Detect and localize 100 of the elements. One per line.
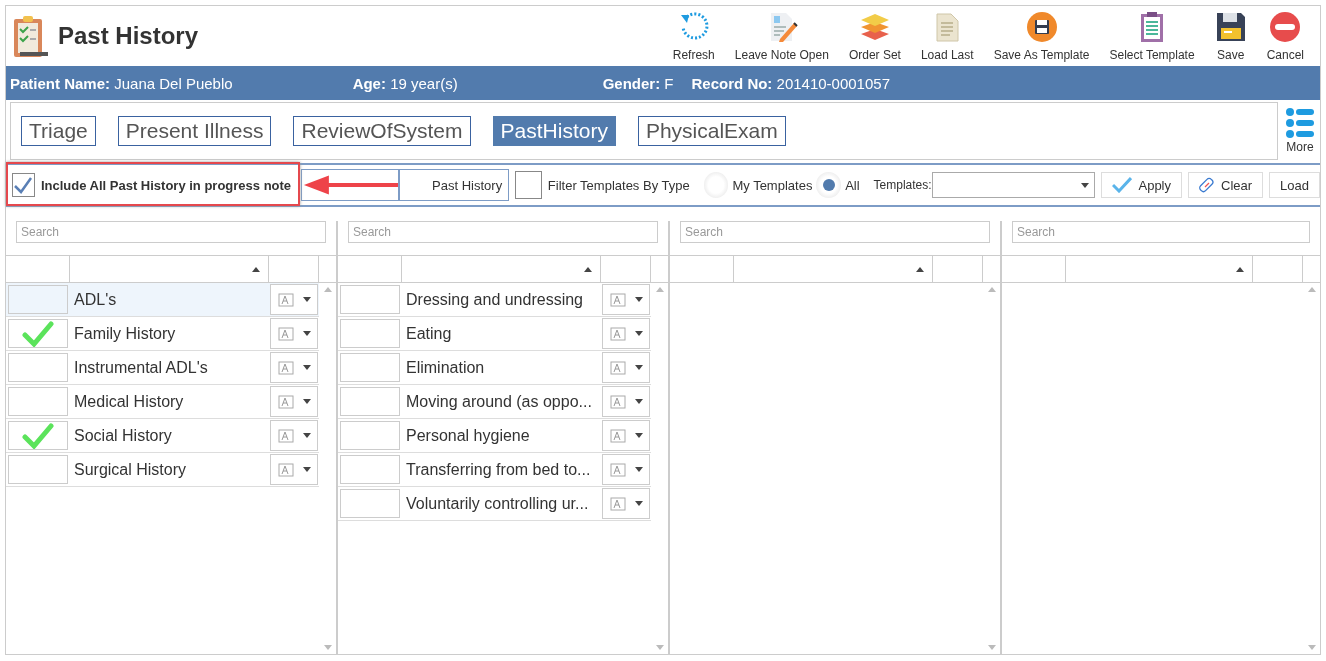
search-field[interactable]: Search <box>680 221 990 243</box>
scroll-down-icon[interactable] <box>323 645 332 650</box>
radio-label: All <box>845 177 860 193</box>
note-dropdown[interactable] <box>602 352 650 383</box>
checkbox[interactable] <box>8 353 68 382</box>
checkbox[interactable] <box>340 285 400 314</box>
toolbar-button[interactable]: Load Last <box>910 8 984 64</box>
checkbox[interactable] <box>340 489 400 518</box>
tab[interactable]: Present Illness <box>117 116 272 146</box>
font-icon <box>609 292 626 307</box>
scroll-down-icon[interactable] <box>1307 645 1316 650</box>
toolbar-button[interactable]: Save As Template <box>983 8 1100 64</box>
checkbox[interactable] <box>8 319 68 348</box>
checkbox[interactable] <box>515 171 542 199</box>
sort-icon[interactable] <box>584 266 592 272</box>
checkbox[interactable] <box>12 173 35 197</box>
font-icon <box>609 462 626 477</box>
note-dropdown[interactable] <box>602 454 650 485</box>
font-icon <box>277 326 294 341</box>
scroll-up-icon[interactable] <box>987 287 996 292</box>
row-label: Eating <box>405 323 453 344</box>
sort-icon[interactable] <box>252 266 260 272</box>
checkbox[interactable] <box>8 285 68 314</box>
checkbox[interactable] <box>340 455 400 484</box>
list-row[interactable]: ADL's <box>6 283 319 317</box>
load-button[interactable]: Load <box>1269 172 1320 198</box>
caret-icon <box>1081 182 1090 188</box>
more-button[interactable]: More <box>1280 102 1320 160</box>
scroll-up-icon[interactable] <box>1307 287 1316 292</box>
list-row[interactable]: Personal hygiene <box>338 419 651 453</box>
list-row[interactable]: Dressing and undressing <box>338 283 651 317</box>
list-row[interactable]: Social History <box>6 419 319 453</box>
clipboard-icon <box>12 14 48 58</box>
toolbar-button[interactable]: Select Template <box>1099 8 1205 64</box>
templates-dropdown[interactable] <box>931 172 1096 198</box>
cancel-icon <box>1269 10 1302 43</box>
list-row[interactable]: Eating <box>338 317 651 351</box>
apply-button[interactable]: Apply <box>1101 172 1182 198</box>
toolbar-button[interactable]: Order Set <box>838 8 911 64</box>
caret-icon <box>302 467 311 472</box>
checkbox[interactable] <box>340 387 400 416</box>
scroll-down-icon[interactable] <box>655 645 664 650</box>
row-label: Instrumental ADL's <box>73 357 209 378</box>
note-dropdown[interactable] <box>602 318 650 349</box>
checkbox[interactable] <box>8 455 68 484</box>
note-dropdown[interactable] <box>602 386 650 417</box>
toolbar-button[interactable]: Cancel <box>1256 8 1314 64</box>
tab[interactable]: PhysicalExam <box>637 116 786 146</box>
toolbar-button[interactable]: Leave Note Open <box>724 8 839 64</box>
toolbar-button[interactable]: Refresh <box>662 8 725 64</box>
list-row[interactable]: Instrumental ADL's <box>6 351 319 385</box>
sort-icon[interactable] <box>1236 266 1244 272</box>
search-field[interactable]: Search <box>348 221 658 243</box>
caret-icon <box>634 297 643 302</box>
font-icon <box>609 496 626 511</box>
search-field[interactable]: Search <box>1012 221 1310 243</box>
tab[interactable]: ReviewOfSystem <box>293 116 471 146</box>
note-dropdown[interactable] <box>270 420 318 451</box>
note-dropdown[interactable] <box>270 352 318 383</box>
search-field[interactable]: Search <box>16 221 326 243</box>
note-dropdown[interactable] <box>270 284 318 315</box>
list-row[interactable]: Family History <box>6 317 319 351</box>
caret-icon <box>634 399 643 404</box>
row-label: Voluntarily controlling ur... <box>405 493 590 514</box>
font-icon <box>609 394 626 409</box>
checkbox[interactable] <box>8 421 68 450</box>
list-row[interactable]: Transferring from bed to... <box>338 453 651 487</box>
note-dropdown[interactable] <box>270 454 318 485</box>
checkbox[interactable] <box>340 421 400 450</box>
row-label: Medical History <box>73 391 185 412</box>
caret-icon <box>302 297 311 302</box>
scroll-up-icon[interactable] <box>323 287 332 292</box>
scroll-up-icon[interactable] <box>655 287 664 292</box>
checkbox[interactable] <box>340 353 400 382</box>
templates-label: Templates: <box>873 178 932 192</box>
tab[interactable]: PastHistory <box>492 116 616 146</box>
row-label: Dressing and undressing <box>405 289 584 310</box>
list-row[interactable]: Medical History <box>6 385 319 419</box>
scroll-down-icon[interactable] <box>987 645 996 650</box>
note-dropdown[interactable] <box>602 488 650 519</box>
caret-icon <box>634 331 643 336</box>
list-row[interactable]: Voluntarily controlling ur... <box>338 487 651 521</box>
note-dropdown[interactable] <box>270 318 318 349</box>
note-dropdown[interactable] <box>270 386 318 417</box>
clear-button[interactable]: Clear <box>1188 172 1264 198</box>
past-history-button[interactable]: Past History <box>399 169 510 201</box>
radio-button[interactable] <box>816 172 842 198</box>
note-dropdown[interactable] <box>602 420 650 451</box>
list-row[interactable]: Moving around (as oppo... <box>338 385 651 419</box>
window-title: Past History <box>58 22 200 50</box>
list-row[interactable]: Surgical History <box>6 453 319 487</box>
checkbox[interactable] <box>8 387 68 416</box>
font-icon <box>609 360 626 375</box>
sort-icon[interactable] <box>916 266 924 272</box>
list-row[interactable]: Elimination <box>338 351 651 385</box>
toolbar-button[interactable]: Save <box>1204 8 1257 64</box>
caret-icon <box>634 467 643 472</box>
checkbox[interactable] <box>340 319 400 348</box>
note-dropdown[interactable] <box>602 284 650 315</box>
tab[interactable]: Triage <box>21 116 96 146</box>
